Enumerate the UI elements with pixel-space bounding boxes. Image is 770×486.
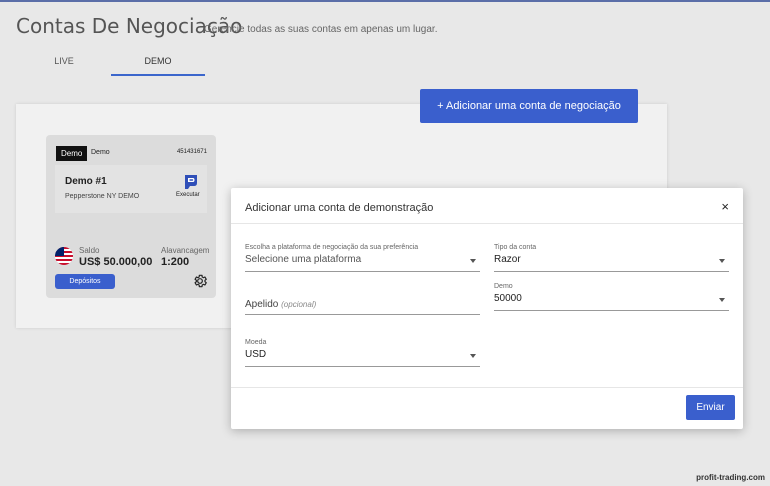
- dialog-divider: [231, 223, 743, 224]
- platform-value: Selecione uma plataforma: [245, 254, 362, 265]
- account-badge: Demo: [56, 146, 88, 161]
- deposit-button[interactable]: Depósitos: [55, 274, 115, 289]
- dialog-footer-divider: [231, 387, 743, 388]
- account-type: Demo: [91, 149, 110, 156]
- tab-demo[interactable]: DEMO: [111, 56, 205, 76]
- balance-label: Saldo: [79, 246, 100, 255]
- gear-icon[interactable]: [192, 273, 208, 289]
- leverage-label: Alavancagem: [161, 246, 210, 255]
- chevron-down-icon: [470, 259, 476, 263]
- account-number: 451431671: [176, 149, 207, 155]
- us-flag-icon: [55, 247, 73, 265]
- platform-p-logo[interactable]: [183, 174, 199, 190]
- account-info: Demo #1 Pepperstone NY DEMO Executar: [55, 165, 207, 213]
- account-card: Demo Demo 451431671 Demo #1 Pepperstone …: [46, 135, 216, 298]
- demo-amount-value: 50000: [494, 293, 522, 304]
- currency-value: USD: [245, 349, 267, 360]
- add-account-label: + Adicionar uma conta de negociação: [437, 100, 621, 112]
- balance-value: US$ 50.000,00: [79, 256, 153, 268]
- nickname-label: Apelido: [245, 299, 279, 310]
- add-demo-account-dialog: Adicionar uma conta de demonstração × Es…: [231, 188, 743, 429]
- watermark: profit-trading.com: [696, 473, 765, 482]
- execute-link[interactable]: Executar: [176, 192, 200, 198]
- demo-amount-label: Demo: [494, 283, 513, 290]
- chevron-down-icon: [719, 298, 725, 302]
- top-accent-line: [0, 0, 770, 2]
- account-type-label: Tipo da conta: [494, 244, 537, 251]
- platform-label: Escolha a plataforma de negociação da su…: [245, 244, 419, 251]
- nickname-input[interactable]: Apelido (opcional): [245, 287, 480, 315]
- submit-button[interactable]: Enviar: [686, 395, 735, 420]
- account-type-select[interactable]: Tipo da conta Razor: [494, 244, 729, 272]
- tab-live[interactable]: LIVE: [17, 56, 111, 76]
- chevron-down-icon: [470, 354, 476, 358]
- platform-select[interactable]: Escolha a plataforma de negociação da su…: [245, 244, 480, 272]
- currency-label: Moeda: [245, 339, 267, 346]
- demo-amount-select[interactable]: Demo 50000: [494, 283, 729, 311]
- nickname-placeholder: Apelido (opcional): [245, 299, 316, 310]
- currency-select[interactable]: Moeda USD: [245, 339, 480, 367]
- leverage-value: 1:200: [161, 256, 190, 268]
- add-account-button[interactable]: + Adicionar uma conta de negociação: [420, 89, 638, 123]
- page-subtitle: Gerencie todas as suas contas em apenas …: [204, 24, 438, 35]
- nickname-optional: (opcional): [281, 300, 317, 309]
- account-name: Demo #1: [65, 176, 107, 187]
- account-server: Pepperstone NY DEMO: [65, 193, 140, 200]
- dialog-title: Adicionar uma conta de demonstração: [245, 202, 434, 214]
- chevron-down-icon: [719, 259, 725, 263]
- close-icon[interactable]: ×: [721, 199, 729, 214]
- account-type-value: Razor: [494, 254, 521, 265]
